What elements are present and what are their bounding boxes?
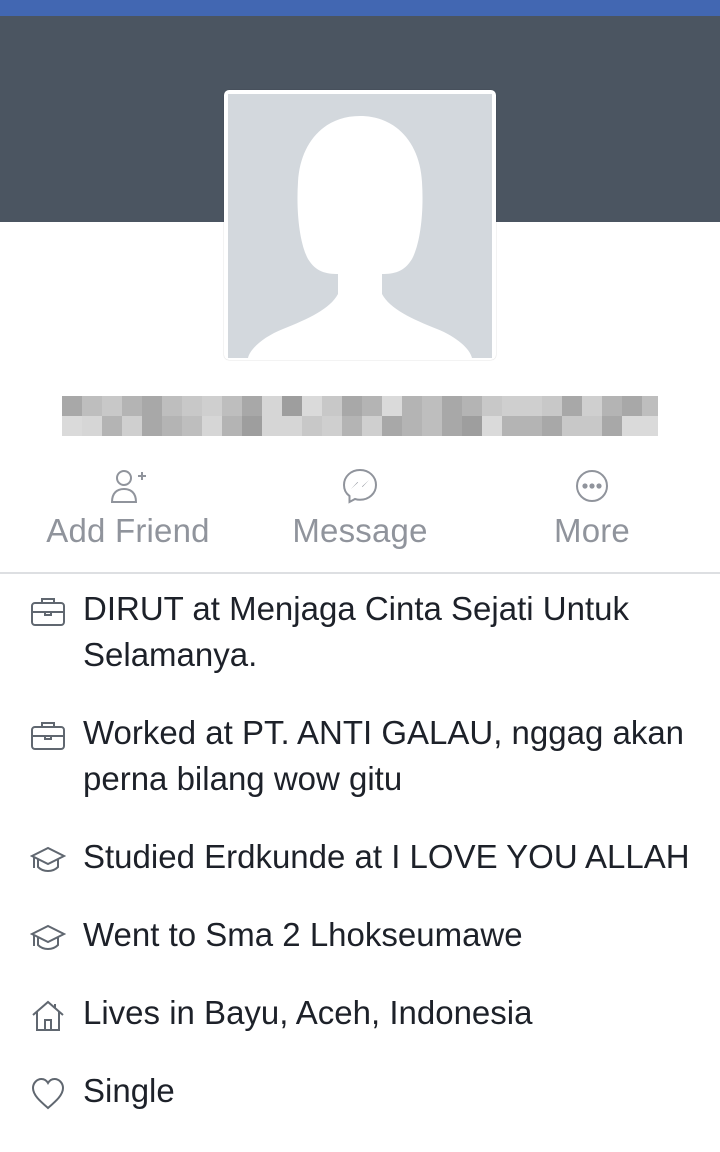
section-divider	[0, 572, 720, 574]
intro-list: DIRUT at Menjaga Cinta Sejati Untuk Sela…	[0, 586, 720, 1138]
message-label: Message	[292, 512, 428, 549]
top-status-bar	[0, 0, 720, 16]
briefcase-icon	[30, 718, 66, 754]
graduation-cap-icon	[29, 920, 67, 956]
add-friend-icon	[108, 466, 148, 506]
list-item-lives-in: Lives in Bayu, Aceh, Indonesia	[0, 990, 720, 1068]
went-to-text: Went to Sma 2 Lhokseumawe	[83, 916, 523, 953]
messenger-icon	[340, 466, 380, 506]
briefcase-icon	[30, 594, 66, 630]
home-icon	[30, 998, 66, 1034]
list-item-relationship: Single	[0, 1068, 720, 1138]
more-label: More	[554, 512, 630, 549]
list-item-studied: Studied Erdkunde at I LOVE YOU ALLAH	[0, 834, 720, 912]
heart-icon	[30, 1076, 66, 1112]
more-dots-icon	[572, 466, 612, 506]
more-button[interactable]: More	[492, 466, 692, 550]
work-current-text: DIRUT at Menjaga Cinta Sejati Untuk Sela…	[83, 590, 629, 673]
lives-in-text: Lives in Bayu, Aceh, Indonesia	[83, 994, 533, 1031]
add-friend-button[interactable]: Add Friend	[28, 466, 228, 550]
graduation-cap-icon	[29, 842, 67, 878]
profile-picture[interactable]	[224, 90, 496, 360]
add-friend-label: Add Friend	[46, 512, 210, 549]
message-button[interactable]: Message	[260, 466, 460, 550]
work-past-text: Worked at PT. ANTI GALAU, nggag akan per…	[83, 714, 685, 797]
list-item-went-to: Went to Sma 2 Lhokseumawe	[0, 912, 720, 990]
studied-text: Studied Erdkunde at I LOVE YOU ALLAH	[83, 838, 690, 875]
female-silhouette-icon	[228, 94, 492, 358]
profile-name-redacted	[62, 396, 662, 436]
list-item-work-past: Worked at PT. ANTI GALAU, nggag akan per…	[0, 710, 720, 834]
relationship-text: Single	[83, 1072, 175, 1109]
list-item-work-current: DIRUT at Menjaga Cinta Sejati Untuk Sela…	[0, 586, 720, 702]
